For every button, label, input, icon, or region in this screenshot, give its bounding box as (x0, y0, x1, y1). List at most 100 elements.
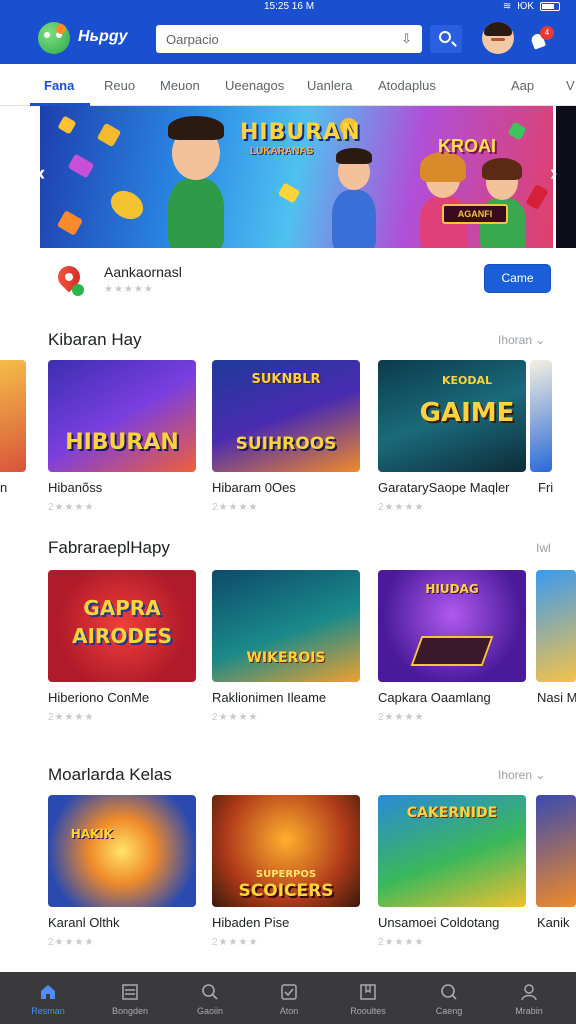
thumbnail-top-label: KEODAL (441, 374, 493, 387)
sparkle-shape (56, 210, 84, 236)
tab-v[interactable]: V (566, 78, 575, 93)
game-rating: 2★★★★ (212, 712, 259, 723)
featured-app-name[interactable]: Aankaornasl (104, 264, 182, 280)
tab-reuo[interactable]: Reuo (104, 78, 135, 93)
search-icon (441, 984, 457, 1000)
status-bar: 15:25 16 M ≋ ЮK (0, 0, 576, 14)
game-title: Capkara Oaamlang (378, 690, 491, 705)
nav-rooultes[interactable]: Rooultes (328, 972, 408, 1024)
nav-bongden[interactable]: Bongden (90, 972, 170, 1024)
partial-card-right[interactable] (530, 360, 552, 472)
game-title: Hibaden Pise (212, 915, 290, 930)
sparkle-shape (507, 121, 527, 141)
thumbnail-label: SCOICERS (238, 881, 334, 901)
nav-label: Gaoiin (196, 1006, 223, 1016)
game-thumbnail: HIUDAG (378, 570, 526, 682)
hero-banner[interactable]: HIBURAN LUKARANAS KROAI AGANFI (40, 106, 553, 248)
search-input[interactable]: Oarpacio ⇩ (156, 25, 422, 53)
nav-gaoiin[interactable]: Gaoiin (170, 972, 250, 1024)
thumbnail-label: HIUDAG (425, 582, 479, 596)
nav-label: Mrabin (515, 1006, 543, 1016)
tab-fana[interactable]: Fana (44, 78, 74, 93)
game-title: Hiberiono ConMe (48, 690, 150, 705)
thumbnail-label: GAIME (419, 398, 515, 428)
nav-label: Caeng (435, 1006, 463, 1016)
app-logo-icon[interactable] (38, 22, 70, 54)
thumbnail-top-label: GAPRA (83, 596, 161, 620)
partial-card-right[interactable] (536, 795, 576, 907)
avatar[interactable] (482, 22, 514, 54)
download-icon[interactable]: ⇩ (401, 31, 412, 47)
section-more-link[interactable]: Ihoren ⌄ (498, 768, 545, 782)
sparkle-shape (67, 153, 95, 179)
notification-button[interactable]: 4 (529, 26, 554, 52)
home-icon (41, 985, 55, 999)
sparkle-shape (277, 182, 301, 204)
tab-aap[interactable]: Aap (511, 78, 534, 93)
game-thumbnail: WIKEROIS (212, 570, 360, 682)
game-thumbnail: KEODAL GAIME (378, 360, 526, 472)
tab-meuon[interactable]: Meuon (160, 78, 200, 93)
next-banner-preview[interactable] (556, 106, 576, 248)
game-rating: 2★★★★ (378, 712, 425, 723)
nav-caeng[interactable]: Caeng (409, 972, 489, 1024)
character-hair (168, 116, 224, 140)
chevron-down-icon: ⌄ (535, 768, 546, 782)
game-title: GaratarySaope Maqler (378, 480, 510, 495)
hero-title: HIBURAN (240, 120, 361, 145)
battery-icon (540, 2, 560, 11)
game-thumbnail: HAKIK (48, 795, 196, 907)
partial-card-left[interactable] (0, 360, 26, 472)
search-button[interactable] (430, 25, 462, 53)
section-title: Moarlarda Kelas (48, 765, 172, 784)
nav-home[interactable]: Resman (8, 972, 88, 1024)
character-body (168, 178, 224, 248)
sparkle-shape (96, 122, 122, 148)
partial-card-right[interactable] (536, 570, 576, 682)
search-icon (439, 31, 451, 43)
chevron-left-icon[interactable]: ‹ (38, 160, 45, 186)
search-placeholder: Oarpacio (166, 32, 219, 47)
character-hair (336, 148, 372, 164)
game-rating: 2★★★★ (48, 712, 95, 723)
game-title: Hibanõss (48, 480, 103, 495)
game-thumbnail: HIBURAN (48, 360, 196, 472)
thumbnail-label: HAKIK (70, 827, 114, 841)
open-button[interactable]: Came (484, 264, 551, 293)
tab-atodaplus[interactable]: Atodaplus (378, 78, 436, 93)
thumbnail-top-label: SUPERPOS (255, 869, 317, 880)
person-icon (521, 984, 537, 1001)
map-pin-icon[interactable] (52, 261, 88, 300)
category-tabs: Fana Reuo Meuon Ueenagos Uanlera Atodapl… (0, 64, 576, 106)
app-bar: Ньрgy Oarpacio ⇩ 4 (0, 14, 576, 64)
nav-mrabin[interactable]: Mrabin (489, 972, 569, 1024)
tab-ueenagos[interactable]: Ueenagos (225, 78, 284, 93)
featured-app-rating: ★★★★★ (104, 284, 154, 295)
partial-card-right-title: Nasi M (537, 690, 576, 705)
section-more-link[interactable]: Iwl (536, 541, 551, 555)
game-title: Hibaram 0Oes (212, 480, 296, 495)
nav-label: Rooultes (350, 1006, 386, 1016)
tab-uanlera[interactable]: Uanlera (307, 78, 353, 93)
bottom-navigation: Resman Bongden Gaoiin Aton Rooultes Caen… (0, 972, 576, 1024)
bookmark-icon (360, 984, 376, 1000)
wifi-icon: ≋ (502, 1, 512, 12)
game-thumbnail: CAKERNIDE (378, 795, 526, 907)
section-more-label: Ihoran (498, 333, 533, 347)
status-right-text: ЮK (517, 1, 534, 12)
section-more-link[interactable]: Ihoran ⌄ (498, 333, 545, 347)
game-thumbnail: SUKNBLR SUIHROOS (212, 360, 360, 472)
game-rating: 2★★★★ (48, 502, 95, 513)
section-title: Kibaran Hay (48, 330, 142, 349)
game-title: Raklionimen Ileame (212, 690, 327, 705)
nav-aton[interactable]: Aton (249, 972, 329, 1024)
brand-name: Ньрgy (78, 28, 128, 45)
hero-subtitle: LUKARANAS (250, 146, 314, 157)
nav-label: Bongden (111, 1006, 149, 1016)
game-rating: 2★★★★ (212, 502, 259, 513)
partial-card-left-title: n (0, 480, 8, 495)
thumbnail-label: AIRODES (72, 624, 172, 648)
chevron-right-icon[interactable]: › (550, 160, 557, 186)
character-hair (482, 158, 522, 180)
game-rating: 2★★★★ (378, 937, 425, 948)
